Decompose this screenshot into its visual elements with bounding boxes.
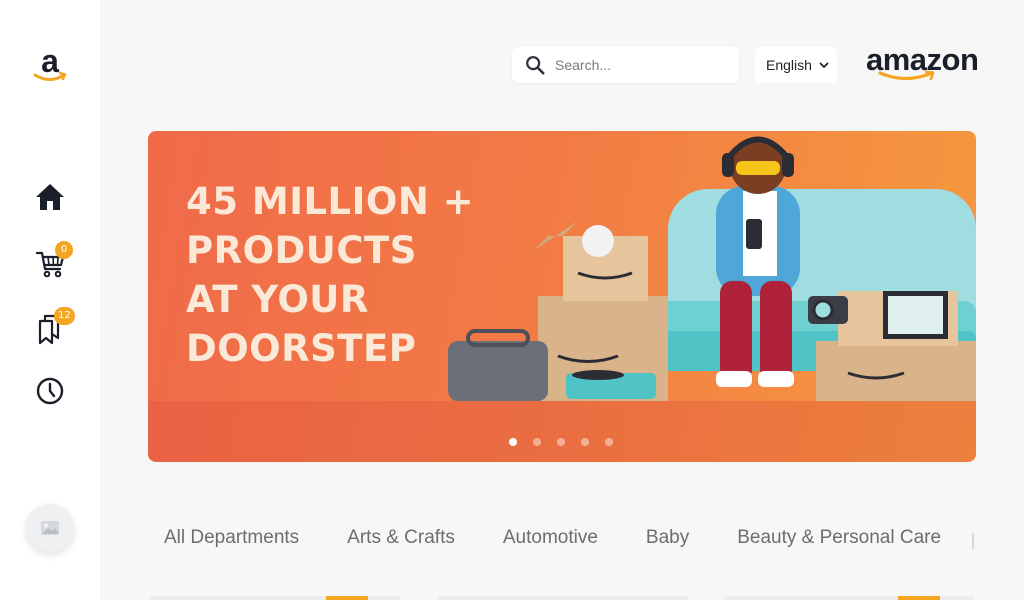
banner-headline-line: 45 MILLION +	[186, 180, 475, 223]
carousel-dot-2[interactable]	[533, 438, 541, 446]
avatar[interactable]	[26, 504, 74, 552]
search-icon[interactable]	[524, 54, 546, 76]
banner-headline: 45 MILLION + PRODUCTS AT YOUR DOORSTEP	[186, 177, 486, 373]
category-tab-automotive[interactable]: Automotive	[503, 527, 598, 549]
overflow-marker	[972, 533, 974, 549]
chevron-down-icon	[819, 62, 829, 68]
amazon-logo-icon[interactable]: a	[32, 46, 68, 84]
sidebar-item-history[interactable]	[30, 371, 70, 411]
banner-headline-line: PRODUCTS	[186, 229, 417, 272]
category-overflow-hint	[972, 527, 1024, 557]
carousel-dot-3[interactable]	[557, 438, 565, 446]
carousel-pagination	[509, 438, 613, 446]
saved-count-badge: 12	[54, 307, 75, 325]
category-tab-baby[interactable]: Baby	[646, 527, 689, 549]
home-icon	[36, 184, 64, 210]
language-label: English	[766, 57, 812, 73]
cart-count-badge: 0	[55, 241, 73, 259]
carousel-dot-4[interactable]	[581, 438, 589, 446]
carousel-dot-5[interactable]	[605, 438, 613, 446]
hero-banner[interactable]: 45 MILLION + PRODUCTS AT YOUR DOORSTEP	[148, 131, 976, 462]
svg-text:a: a	[41, 46, 59, 79]
brand-logo[interactable]: amazon	[866, 44, 979, 84]
sidebar-item-home[interactable]	[30, 177, 70, 217]
search-box[interactable]	[512, 47, 739, 83]
category-tab-arts-crafts[interactable]: Arts & Crafts	[347, 527, 455, 549]
banner-headline-line: DOORSTEP	[186, 327, 417, 370]
category-tabs: All Departments Arts & Crafts Automotive…	[164, 527, 989, 549]
product-card-tag	[898, 596, 940, 600]
product-card-tag	[326, 596, 368, 600]
sidebar: a 0 12	[0, 0, 100, 600]
category-tab-all-departments[interactable]: All Departments	[164, 527, 299, 549]
category-tab-beauty[interactable]: Beauty & Personal Care	[737, 527, 941, 549]
search-input[interactable]	[555, 57, 725, 73]
banner-headline-line: AT YOUR	[186, 278, 369, 321]
carousel-dot-1[interactable]	[509, 438, 517, 446]
clock-icon	[36, 377, 64, 405]
image-placeholder-icon	[41, 521, 59, 535]
smile-arrow-icon	[878, 70, 935, 81]
product-card[interactable]	[438, 596, 688, 600]
language-select[interactable]: English	[755, 47, 837, 83]
